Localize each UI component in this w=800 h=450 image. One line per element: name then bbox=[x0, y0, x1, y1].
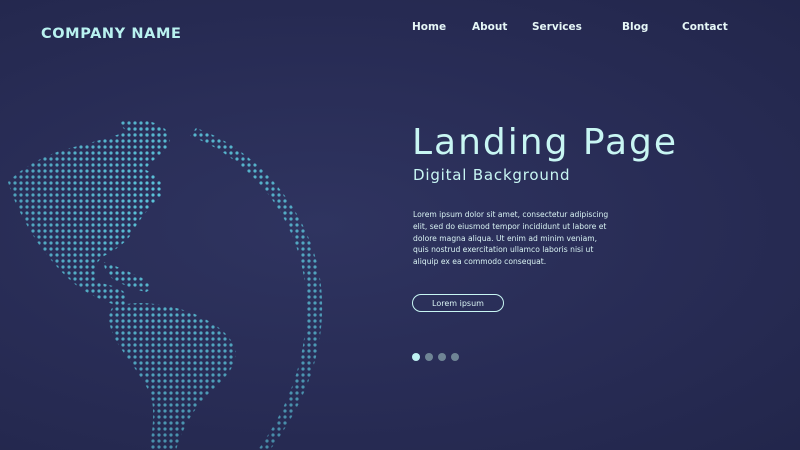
hero-subtitle: Digital Background bbox=[413, 166, 571, 184]
cta-button[interactable]: Lorem ipsum bbox=[412, 294, 504, 312]
nav-link-about[interactable]: About bbox=[472, 21, 507, 33]
slider-dot[interactable] bbox=[425, 353, 433, 361]
nav-link-blog[interactable]: Blog bbox=[622, 21, 648, 33]
nav-link-services[interactable]: Services bbox=[532, 21, 582, 33]
slider-dot[interactable] bbox=[412, 353, 420, 361]
hero-body-text: Lorem ipsum dolor sit amet, consectetur … bbox=[413, 210, 609, 267]
slider-dots bbox=[412, 353, 459, 361]
slider-dot[interactable] bbox=[451, 353, 459, 361]
nav-link-contact[interactable]: Contact bbox=[682, 21, 728, 33]
world-globe-icon bbox=[8, 120, 323, 450]
hero-title: Landing Page bbox=[412, 122, 679, 163]
slider-dot[interactable] bbox=[438, 353, 446, 361]
